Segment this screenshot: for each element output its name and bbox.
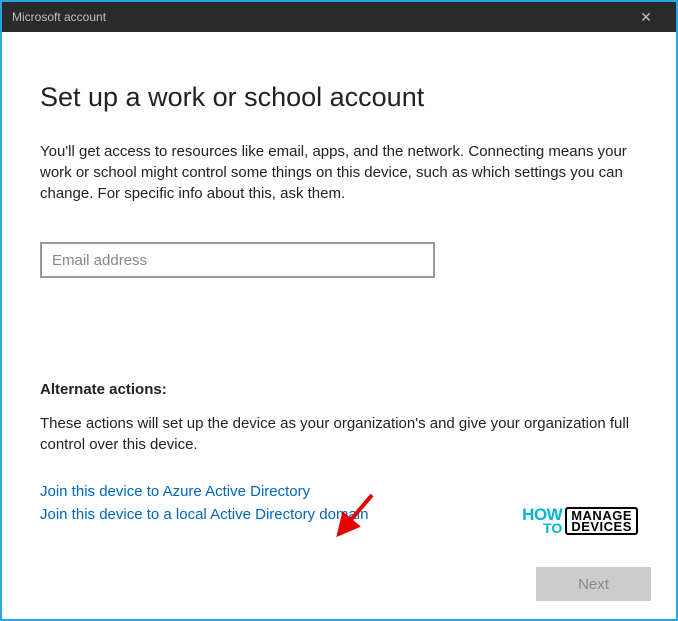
titlebar: Microsoft account ✕ [2, 2, 676, 32]
alternate-actions-section: Alternate actions: These actions will se… [40, 381, 638, 537]
page-title: Set up a work or school account [40, 82, 638, 113]
join-local-domain-link[interactable]: Join this device to a local Active Direc… [40, 506, 638, 523]
content-area: Set up a work or school account You'll g… [2, 32, 676, 557]
page-description: You'll get access to resources like emai… [40, 141, 638, 204]
close-icon[interactable]: ✕ [626, 9, 666, 26]
window-title: Microsoft account [12, 10, 106, 24]
alternate-description: These actions will set up the device as … [40, 413, 638, 455]
email-field[interactable] [40, 242, 435, 278]
alternate-heading: Alternate actions: [40, 381, 638, 398]
join-azure-ad-link[interactable]: Join this device to Azure Active Directo… [40, 483, 638, 500]
next-button[interactable]: Next [536, 567, 651, 601]
dialog-window: Microsoft account ✕ Set up a work or sch… [0, 0, 678, 621]
footer: Next [2, 557, 676, 619]
